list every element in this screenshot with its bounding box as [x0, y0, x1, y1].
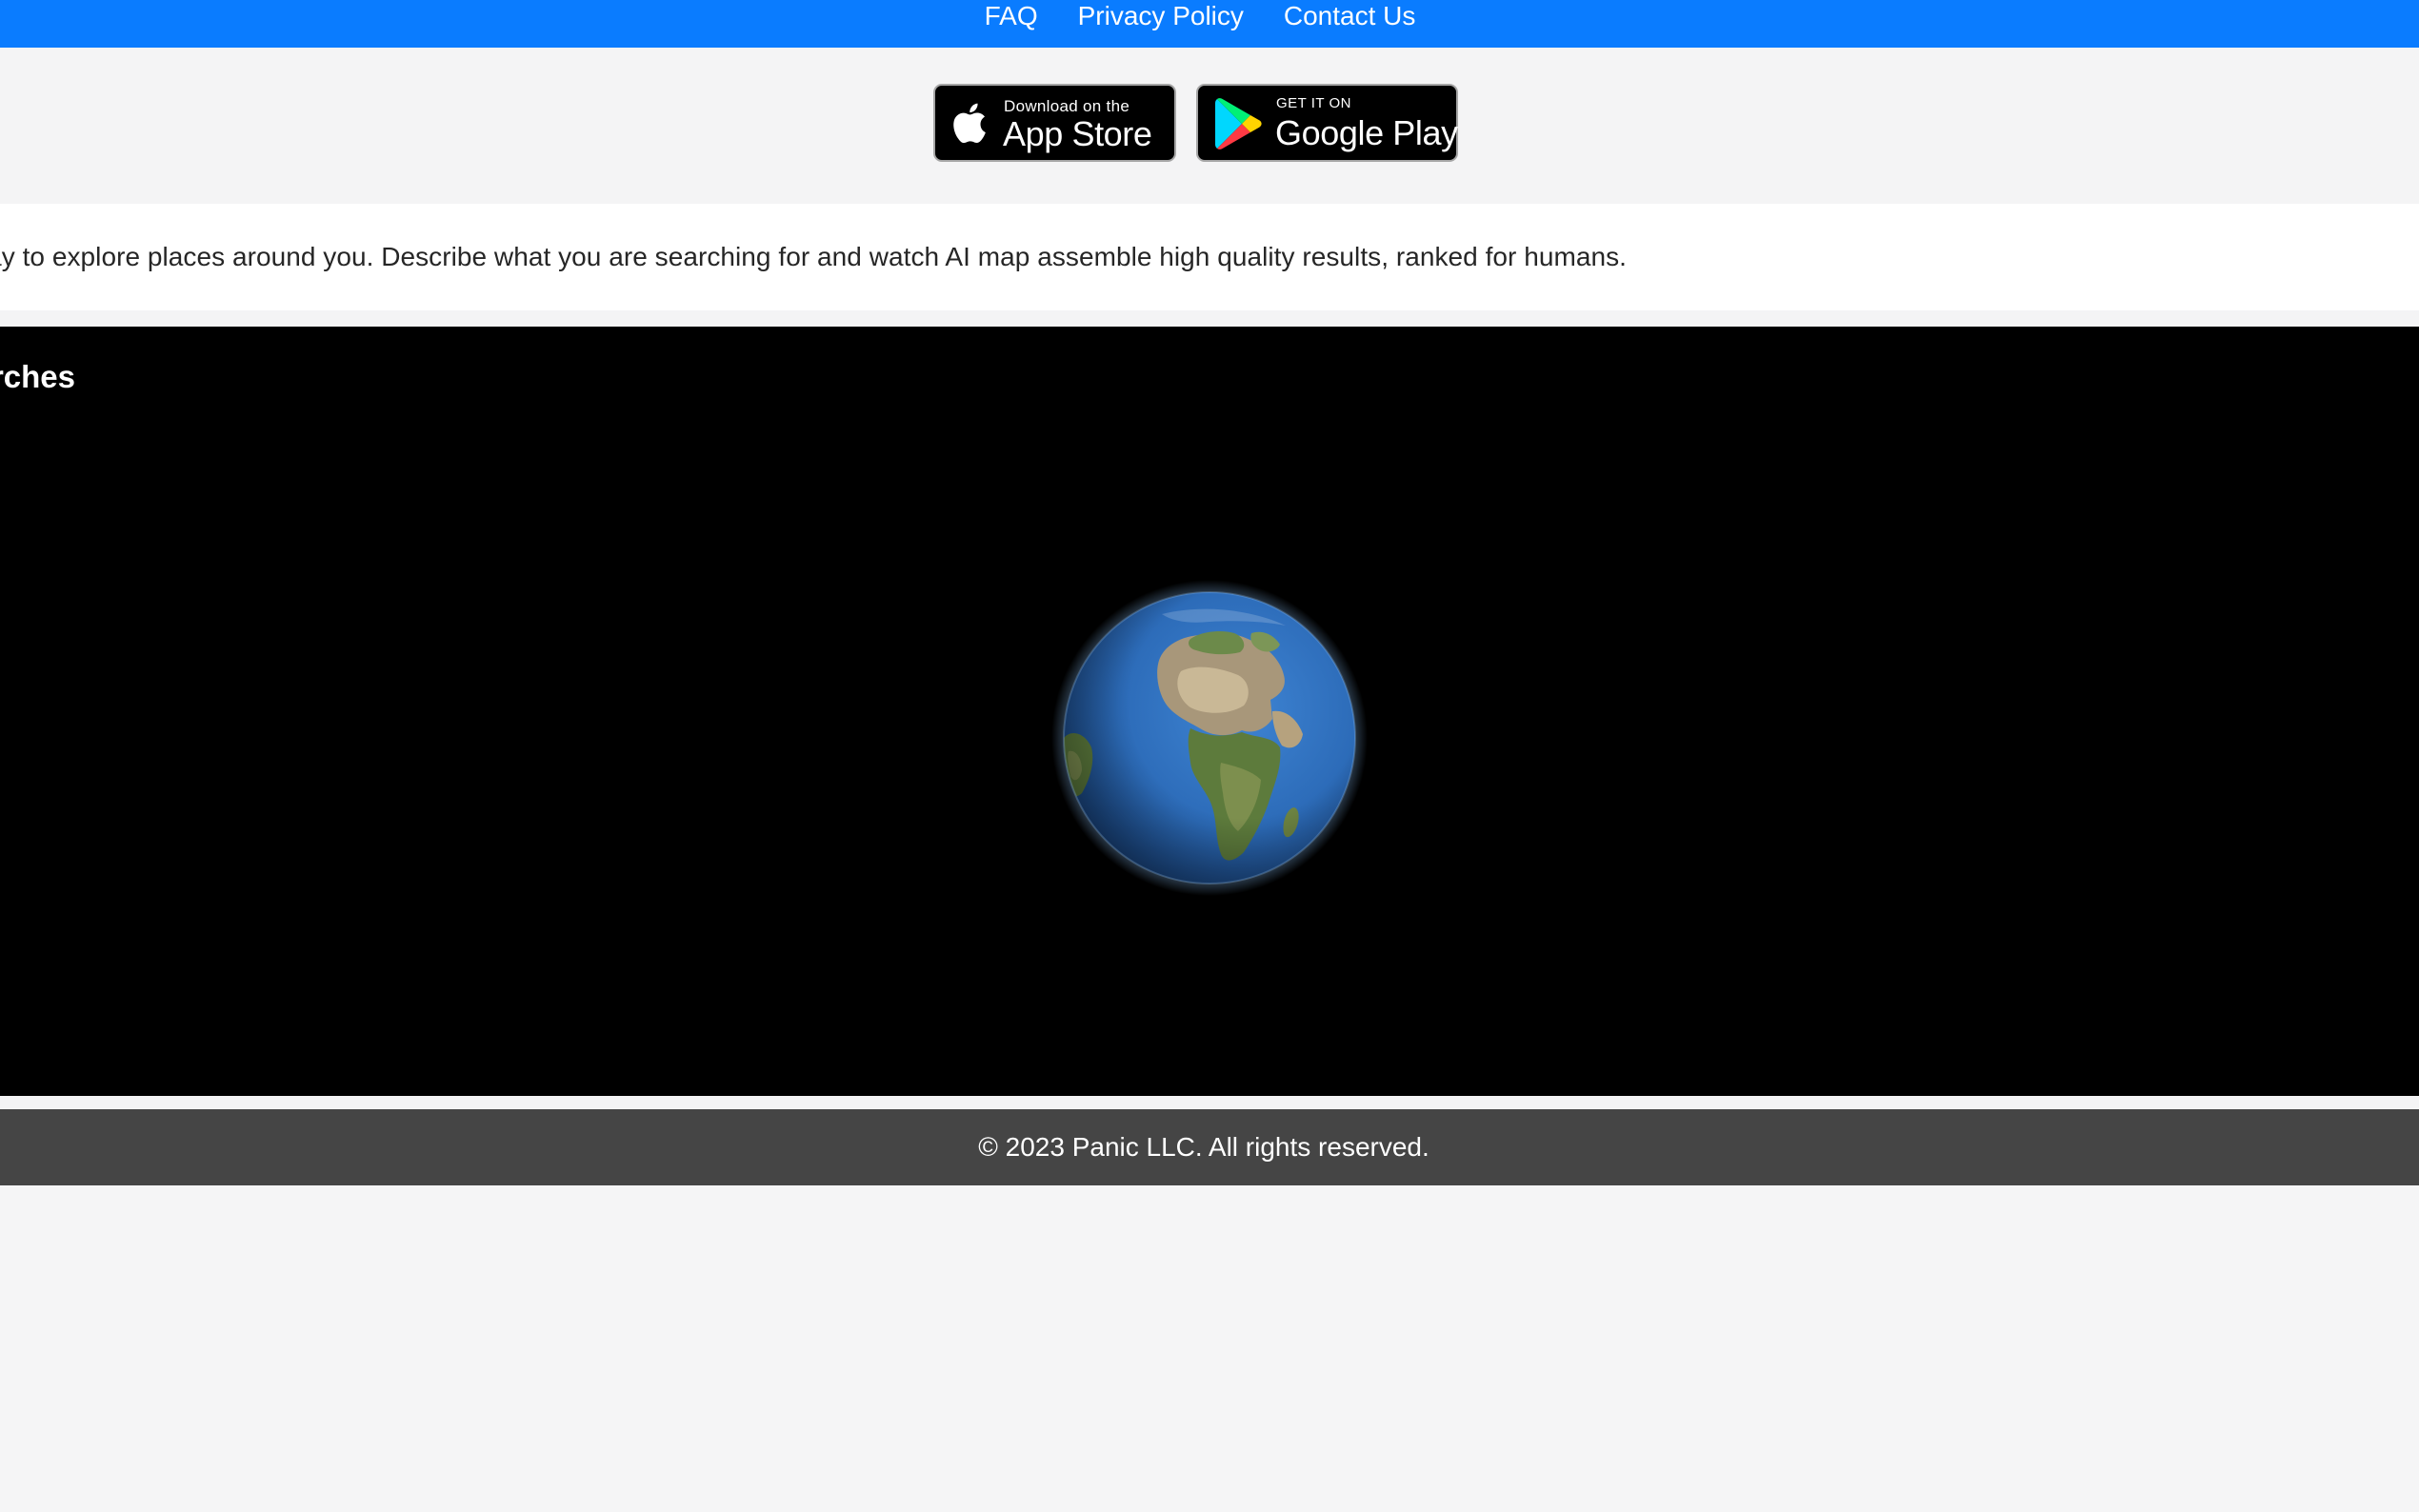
google-play-small-text: GET IT ON [1276, 95, 1351, 111]
footer: © 2023 Panic LLC. All rights reserved. [0, 1109, 2419, 1185]
intro-section: ay to explore places around you. Describ… [0, 204, 2419, 324]
page-background-below-footer [0, 1185, 2419, 1512]
top-navigation-bar: FAQ Privacy Policy Contact Us [0, 0, 2419, 48]
google-play-icon [1215, 98, 1262, 149]
nav-link-contact-us[interactable]: Contact Us [1284, 1, 1416, 31]
app-store-badge[interactable]: Download on the App Store [933, 84, 1176, 162]
nav-link-privacy-policy[interactable]: Privacy Policy [1078, 1, 1244, 31]
google-play-badge[interactable]: GET IT ON Google Play [1196, 84, 1458, 162]
google-play-big-text: Google Play [1275, 113, 1458, 152]
app-store-big-text: App Store [1003, 114, 1152, 153]
store-badges-section: Download on the App Store GET IT ON Goog… [0, 48, 2419, 204]
searches-heading: rches [0, 359, 75, 394]
earth-globe-icon[interactable] [1048, 576, 1371, 900]
apple-icon [953, 103, 986, 144]
app-store-small-text: Download on the [1004, 97, 1130, 115]
nav-links: FAQ Privacy Policy Contact Us [0, 0, 2409, 32]
copyright-text: © 2023 Panic LLC. All rights reserved. [978, 1132, 1429, 1162]
nav-link-faq[interactable]: FAQ [985, 1, 1038, 31]
section-divider [0, 1096, 2419, 1109]
intro-text: ay to explore places around you. Describ… [0, 242, 1627, 271]
globe-section: rches [0, 327, 2419, 1096]
